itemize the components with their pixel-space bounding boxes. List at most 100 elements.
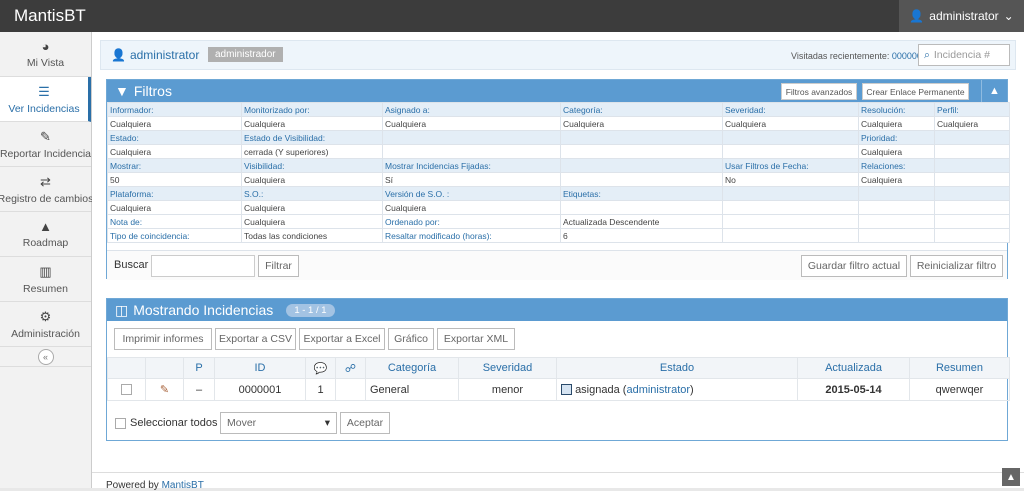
filter-label[interactable]: Resolución:	[858, 102, 935, 117]
accept-button[interactable]: Aceptar	[340, 412, 390, 434]
save-filter-button[interactable]: Guardar filtro actual	[801, 255, 907, 277]
filter-label[interactable]: Estado de Visibilidad:	[241, 130, 383, 145]
assignee-link[interactable]: administrator	[626, 384, 690, 396]
issue-count-badge: 1 - 1 / 1	[286, 303, 335, 317]
issues-table-header: P ID 💬 ☍ Categoría Severidad Estado Actu…	[107, 357, 1010, 379]
sidebar-item-administracion[interactable]: ⚙ Administración	[0, 302, 91, 347]
filter-label[interactable]	[382, 130, 561, 145]
filter-value	[934, 214, 1010, 229]
recent-label: Visitadas recientemente:	[791, 51, 890, 61]
select-all-checkbox[interactable]	[115, 418, 126, 429]
graph-button[interactable]: Gráfico	[388, 328, 434, 350]
filter-value: Cualquiera	[934, 116, 1010, 131]
col-severity[interactable]: Severidad	[458, 357, 557, 379]
filter-label[interactable]	[934, 158, 1010, 173]
advanced-filters-button[interactable]: Filtros avanzados	[781, 83, 857, 100]
filter-label[interactable]: Etiquetas:	[560, 186, 723, 201]
filter-value: Cualquiera	[241, 214, 383, 229]
sidebar: ◕ Mi Vista ☰ Ver Incidencias ✎ Reportar Inc…	[0, 32, 94, 488]
filter-row: Tipo de coincidencia: Todas las condicion…	[107, 228, 1010, 243]
export-csv-button[interactable]: Exportar a CSV	[215, 328, 296, 350]
filter-label[interactable]: Severidad:	[722, 102, 859, 117]
filter-label[interactable]	[934, 130, 1010, 145]
col-summary[interactable]: Resumen	[909, 357, 1010, 379]
action-select[interactable]: Mover ▾	[220, 412, 337, 434]
filter-value: Cualquiera	[858, 116, 935, 131]
scroll-to-top-icon[interactable]: ▲	[1002, 468, 1020, 486]
filter-label[interactable]: Mostrar:	[107, 158, 242, 173]
mantisbt-link[interactable]: MantisBT	[162, 480, 204, 491]
notes-count-link[interactable]: 1	[305, 378, 336, 401]
filter-label[interactable]: Informador:	[107, 102, 242, 117]
filter-label[interactable]	[560, 130, 723, 145]
collapse-up-icon[interactable]: ▲	[981, 80, 1007, 102]
columns-icon: ◫	[115, 301, 129, 318]
current-user[interactable]: 👤 administrator	[111, 48, 199, 62]
filter-label[interactable]: Categoría:	[560, 102, 723, 117]
col-priority[interactable]: P	[183, 357, 215, 379]
issue-id-link[interactable]: 0000001	[214, 378, 306, 401]
user-menu[interactable]: 👤 administrator ⌄	[899, 0, 1024, 32]
sidebar-item-resumen[interactable]: ▥ Resumen	[0, 257, 91, 302]
filter-label[interactable]	[858, 186, 935, 201]
filter-label[interactable]: Versión de S.O. :	[382, 186, 561, 201]
filter-label[interactable]: Estado:	[107, 130, 242, 145]
print-reports-button[interactable]: Imprimir informes	[114, 328, 212, 350]
filter-value: Cualquiera	[560, 116, 723, 131]
filter-label[interactable]: Visibilidad:	[241, 158, 383, 173]
filter-label[interactable]	[560, 158, 723, 173]
sidebar-item-label: Registro de cambios	[0, 192, 94, 205]
export-excel-button[interactable]: Exportar a Excel	[299, 328, 385, 350]
chevron-down-icon: ⌄	[1003, 9, 1014, 23]
reset-filter-button[interactable]: Reinicializar filtro	[910, 255, 1003, 277]
col-id[interactable]: ID	[214, 357, 306, 379]
sidebar-item-mi-vista[interactable]: ◕ Mi Vista	[0, 32, 91, 77]
filter-value: Ordenado por:	[382, 214, 561, 229]
filter-button[interactable]: Filtrar	[258, 255, 299, 277]
filter-label[interactable]: Usar Filtros de Fecha:	[722, 158, 859, 173]
search-icon: ⌕	[924, 48, 930, 61]
search-placeholder: Incidencia #	[933, 49, 990, 61]
issue-search-input[interactable]: ⌕ Incidencia #	[918, 44, 1010, 66]
collapse-sidebar-icon[interactable]: «	[37, 348, 54, 365]
user-menu-label: administrator	[929, 9, 999, 23]
filter-label[interactable]: Relaciones:	[858, 158, 935, 173]
row-checkbox[interactable]	[121, 384, 132, 396]
filter-label[interactable]: Prioridad:	[858, 130, 935, 145]
filter-label[interactable]: S.O.:	[241, 186, 383, 201]
col-status[interactable]: Estado	[556, 357, 798, 379]
filter-label[interactable]: Monitorizado por:	[241, 102, 383, 117]
filter-label[interactable]	[722, 130, 859, 145]
sidebar-item-reportar[interactable]: ✎ Reportar Incidencia	[0, 122, 91, 167]
sidebar-item-roadmap[interactable]: ▲ Roadmap	[0, 212, 91, 257]
edit-pencil-icon[interactable]: ✎	[145, 378, 184, 401]
filter-value: No	[722, 172, 859, 187]
bulk-actions-row: Seleccionar todos Mover ▾ Aceptar	[107, 409, 1007, 441]
filter-value: Cualquiera	[382, 200, 561, 215]
brand-logo[interactable]: MantisBT	[14, 6, 86, 26]
recent-visited: Visitadas recientemente: 0000001	[791, 51, 927, 61]
filter-label[interactable]: Mostrar Incidencias Fijadas:	[382, 158, 561, 173]
sidebar-item-label: Mi Vista	[26, 57, 65, 69]
filter-label[interactable]: Plataforma:	[107, 186, 242, 201]
filter-label[interactable]	[722, 186, 859, 201]
filter-value	[560, 200, 723, 215]
search-input[interactable]	[151, 255, 255, 277]
col-updated[interactable]: Actualizada	[797, 357, 910, 379]
filter-search-row: Buscar Filtrar Guardar filtro actual Rei…	[107, 250, 1007, 280]
col-category[interactable]: Categoría	[365, 357, 459, 379]
filter-value: Cualquiera	[241, 172, 383, 187]
comment-icon[interactable]: 💬	[305, 357, 336, 379]
export-xml-button[interactable]: Exportar XML	[437, 328, 515, 350]
summary-cell: qwerwqer	[909, 378, 1010, 401]
filter-value	[382, 144, 561, 159]
sidebar-item-registro[interactable]: ⇄ Registro de cambios	[0, 167, 94, 212]
select-all-label: Seleccionar todos	[130, 417, 218, 429]
sidebar-item-ver-incidencias[interactable]: ☰ Ver Incidencias	[0, 77, 91, 122]
filter-value: 50	[107, 172, 242, 187]
create-permalink-button[interactable]: Crear Enlace Permanente	[862, 83, 969, 100]
filter-label[interactable]	[934, 186, 1010, 201]
filter-label[interactable]: Perfil:	[934, 102, 1010, 117]
filter-label[interactable]: Asignado a:	[382, 102, 561, 117]
attachment-icon[interactable]: ☍	[335, 357, 366, 379]
